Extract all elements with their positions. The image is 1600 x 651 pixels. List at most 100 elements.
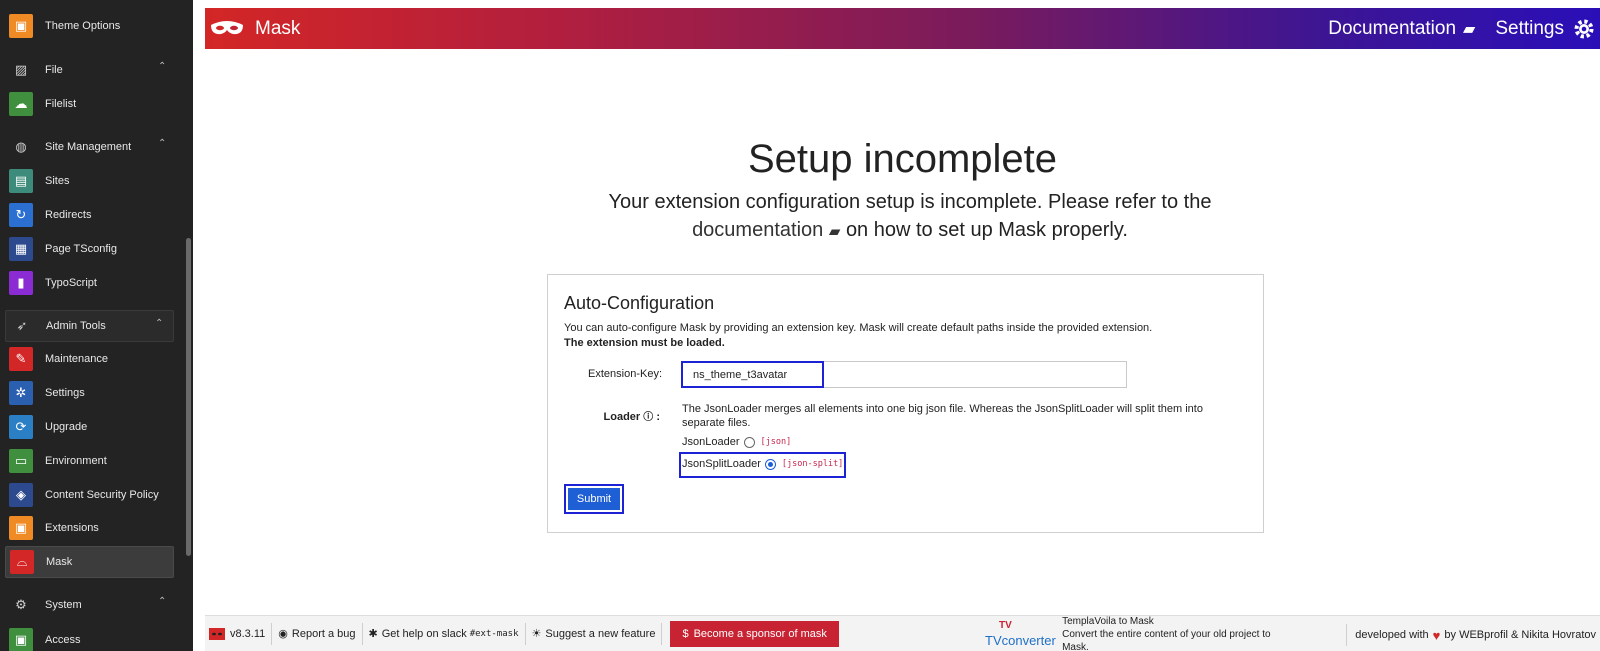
- sidebar-item-admin-tools[interactable]: ➶ Admin Tools ⌃: [5, 310, 174, 342]
- developer-credit: developed with ♥ by WEBprofil & Nikita H…: [1346, 624, 1596, 646]
- tvconverter-promo[interactable]: TV TVconverter TemplaVoila to Mask Conve…: [985, 615, 1297, 651]
- documentation-inline-link[interactable]: documentation ▰: [692, 219, 840, 241]
- chevron-up-icon[interactable]: ⌃: [158, 597, 166, 607]
- access-icon: ▣: [9, 628, 33, 651]
- book-icon: ▰: [828, 223, 841, 240]
- suggest-feature-label: Suggest a new feature: [545, 627, 656, 640]
- sidebar-item-mask[interactable]: ⌓ Mask: [5, 546, 174, 578]
- sidebar-item-redirects[interactable]: ↻ Redirects: [0, 199, 176, 231]
- json-loader-label: JsonLoader: [682, 436, 740, 448]
- sidebar-item-environment[interactable]: ▭ Environment: [0, 445, 176, 477]
- sidebar-item-label: Site Management: [45, 141, 132, 153]
- sidebar-item-content-security-policy[interactable]: ◈ Content Security Policy: [0, 479, 176, 511]
- version-item: v8.3.11: [205, 622, 273, 645]
- rocket-icon: ➶: [16, 318, 28, 333]
- sidebar-item-site-management[interactable]: ◍ Site Management ⌃: [0, 131, 176, 163]
- report-bug-label: Report a bug: [291, 627, 356, 640]
- panel-desc-bold: The extension must be loaded.: [564, 337, 725, 349]
- settings-label: Settings: [1495, 17, 1564, 39]
- typoscript-icon: ▮: [9, 271, 33, 295]
- shield-icon: ◈: [9, 483, 33, 507]
- sidebar-item-label: File: [45, 64, 63, 76]
- sidebar-item-label: Access: [45, 634, 81, 646]
- github-icon: ◉: [278, 628, 288, 640]
- sidebar-item-label: Filelist: [45, 98, 77, 110]
- settings-link[interactable]: Settings: [1495, 17, 1596, 41]
- auto-configuration-panel: Auto-Configuration You can auto-configur…: [547, 274, 1264, 533]
- module-sidebar: ▣ Theme Options ▨ File ⌃ ☁ Filelist ◍ Site Manag…: [0, 0, 193, 651]
- gear-icon: ✲: [9, 381, 33, 405]
- sidebar-item-maintenance[interactable]: ✎ Maintenance: [0, 343, 176, 375]
- upgrade-icon: ⟳: [9, 415, 33, 439]
- sponsor-button[interactable]: $ Become a sponsor of mask: [670, 620, 839, 647]
- sidebar-item-label: System: [45, 599, 82, 611]
- dollar-icon: $: [682, 627, 689, 640]
- sidebar-item-sites[interactable]: ▤ Sites: [0, 165, 176, 197]
- sidebar-item-theme-options[interactable]: ▣ Theme Options: [0, 10, 176, 42]
- page-title: Setup incomplete: [747, 137, 1058, 181]
- dev-prefix: developed with: [1355, 629, 1429, 641]
- loader-label: Loader ⓘ :: [603, 411, 660, 423]
- json-loader-radio[interactable]: [743, 436, 755, 448]
- json-split-loader-code: [json-split]: [781, 459, 844, 469]
- brand-title: Mask: [255, 17, 301, 39]
- heart-icon: ♥: [1432, 627, 1441, 643]
- panel-description: You can auto-configure Mask by providing…: [564, 321, 1254, 351]
- documentation-label: Documentation: [1328, 17, 1457, 39]
- brand[interactable]: Mask: [209, 18, 300, 40]
- sidebar-item-upgrade[interactable]: ⟳ Upgrade: [0, 411, 176, 443]
- sidebar-item-access[interactable]: ▣ Access: [0, 624, 176, 651]
- sidebar-item-filelist[interactable]: ☁ Filelist: [0, 88, 176, 120]
- mask-icon: ⌓: [10, 550, 34, 574]
- sidebar-item-label: Theme Options: [45, 20, 121, 32]
- report-bug-link[interactable]: ◉ Report a bug: [272, 622, 363, 645]
- subtitle-text-2: on how to set up Mask properly.: [845, 219, 1128, 241]
- box-icon: ▣: [9, 14, 33, 38]
- sidebar-item-file[interactable]: ▨ File ⌃: [0, 54, 176, 86]
- chevron-up-icon[interactable]: ⌃: [155, 319, 163, 329]
- json-split-loader-label: JsonSplitLoader: [682, 458, 761, 470]
- dev-suffix: by WEBprofil & Nikita Hovratov: [1444, 629, 1596, 641]
- loader-option-json-split[interactable]: JsonSplitLoader [json-split]: [682, 458, 843, 470]
- slack-help-link[interactable]: ✱ Get help on slack #ext-mask: [363, 622, 526, 645]
- sidebar-item-label: Upgrade: [45, 421, 88, 433]
- loader-label-text: Loader: [603, 411, 641, 423]
- sidebar-item-label: Mask: [46, 556, 73, 568]
- submit-button[interactable]: Submit: [564, 484, 624, 514]
- extension-key-field[interactable]: [682, 361, 1127, 388]
- suggest-feature-link[interactable]: ☀ Suggest a new feature: [526, 622, 663, 645]
- sidebar-item-typoscript[interactable]: ▮ TypoScript: [0, 267, 176, 299]
- chevron-up-icon[interactable]: ⌃: [158, 62, 166, 72]
- sponsor-label: Become a sponsor of mask: [693, 627, 827, 640]
- tvconverter-text: TemplaVoila to Mask Convert the entire c…: [1062, 615, 1297, 651]
- system-gear-icon: ⚙: [15, 597, 27, 612]
- documentation-link[interactable]: Documentation ▰: [1328, 18, 1475, 40]
- sidebar-item-page-tsconfig[interactable]: ▦ Page TSconfig: [0, 233, 176, 265]
- gear-icon: [1574, 19, 1594, 38]
- loader-option-json[interactable]: JsonLoader [json]: [682, 436, 791, 448]
- json-split-loader-radio[interactable]: [764, 458, 776, 470]
- mask-footer: v8.3.11 ◉ Report a bug ✱ Get help on sla…: [205, 615, 1600, 651]
- extensions-icon: ▣: [9, 516, 33, 540]
- panel-desc-text: You can auto-configure Mask by providing…: [564, 322, 1153, 334]
- tv-desc: Convert the entire content of your old p…: [1062, 628, 1271, 651]
- sidebar-item-label: Redirects: [45, 209, 92, 221]
- info-icon[interactable]: ⓘ: [643, 412, 653, 423]
- chevron-up-icon[interactable]: ⌃: [158, 139, 166, 149]
- sidebar-item-label: Maintenance: [45, 353, 108, 365]
- lightbulb-icon: ☀: [531, 628, 542, 640]
- sites-icon: ▤: [9, 169, 33, 193]
- sidebar-item-label: Sites: [45, 175, 70, 187]
- extension-key-input[interactable]: [683, 362, 1126, 387]
- tv-logo-mark: TV: [999, 620, 1012, 631]
- sidebar-item-settings[interactable]: ✲ Settings: [0, 377, 176, 409]
- sidebar-item-label: Settings: [45, 387, 85, 399]
- sidebar-item-system[interactable]: ⚙ System ⌃: [0, 589, 176, 621]
- wrench-icon: ✎: [9, 347, 33, 371]
- book-icon: ▰: [1463, 20, 1476, 38]
- environment-icon: ▭: [9, 449, 33, 473]
- sidebar-scrollbar[interactable]: [186, 238, 191, 556]
- tsconfig-icon: ▦: [9, 237, 33, 261]
- cloud-icon: ☁: [9, 92, 33, 116]
- sidebar-item-extensions[interactable]: ▣ Extensions: [0, 512, 176, 544]
